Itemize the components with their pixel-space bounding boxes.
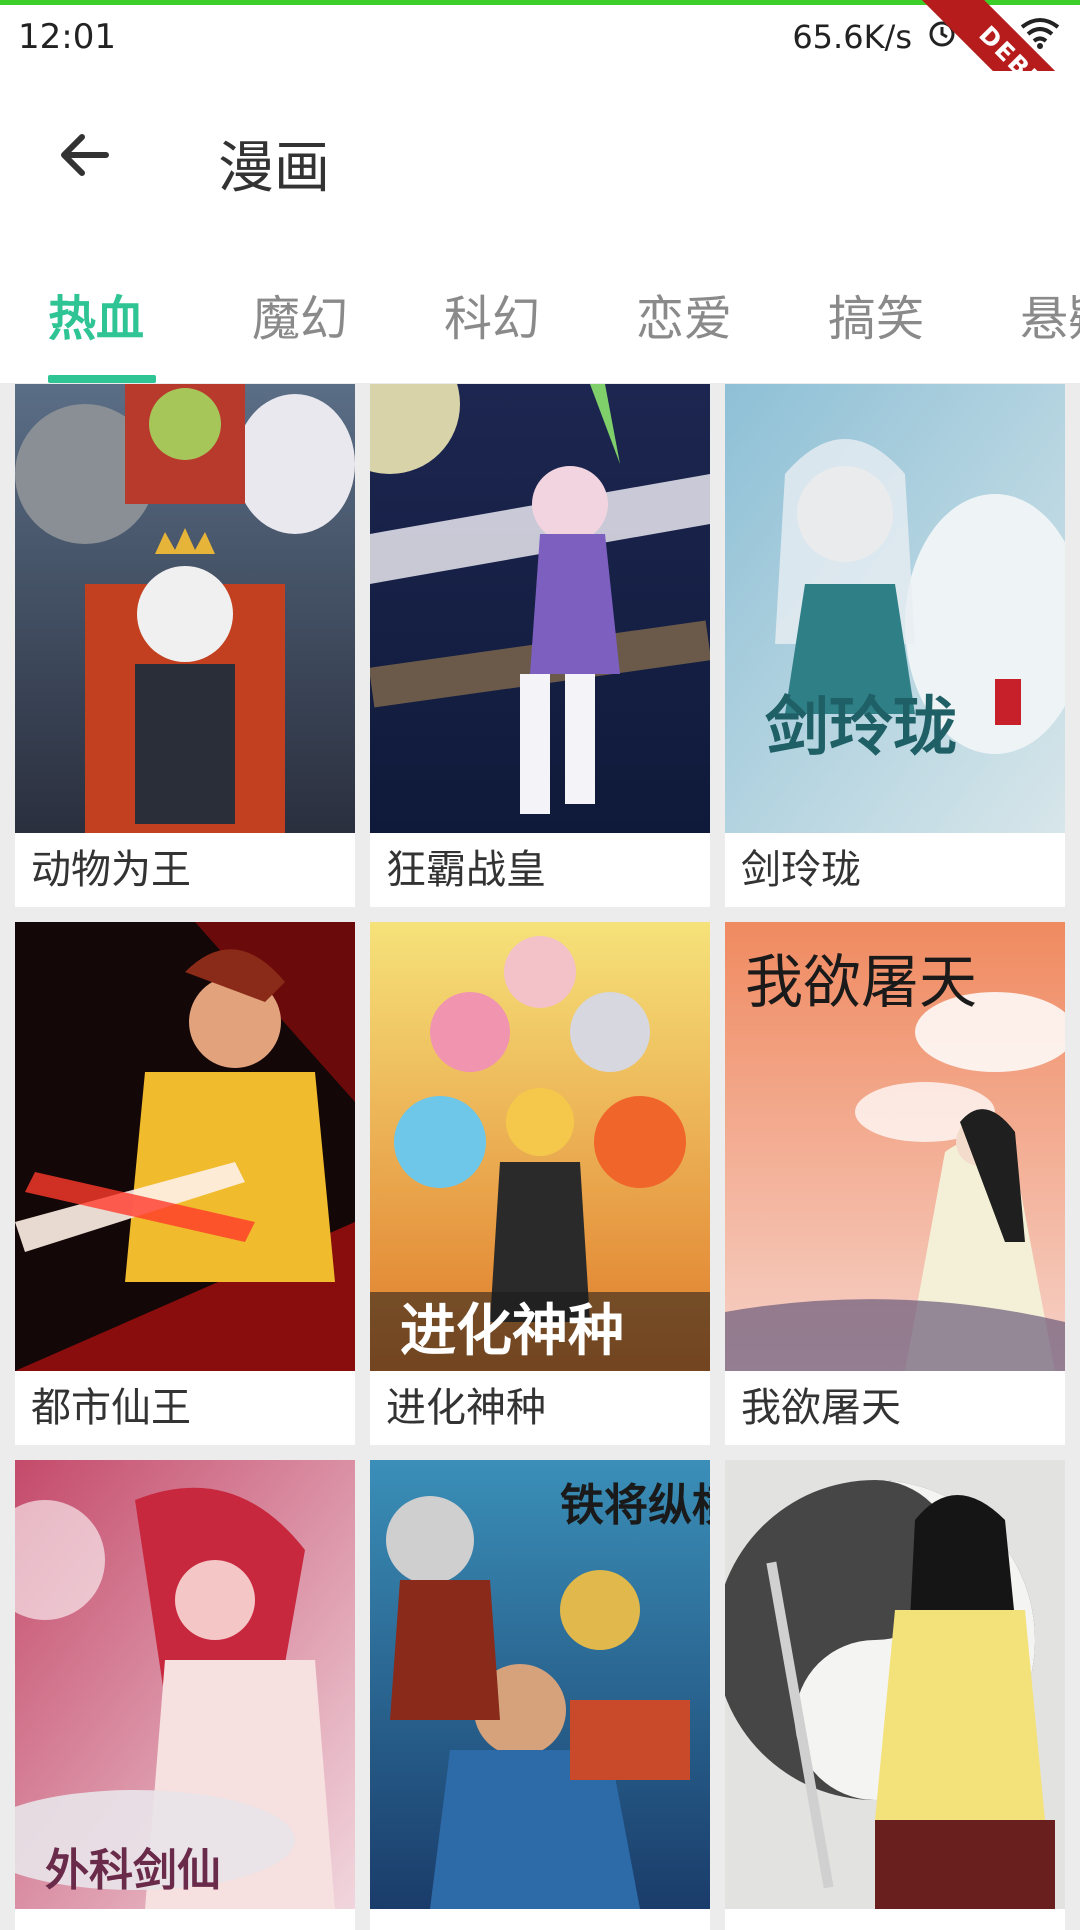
comic-card[interactable]: 外科剑仙 [15,1460,355,1930]
comic-cover: 进化神种 [370,922,710,1371]
comic-title: 动物为王 [31,847,191,893]
cover-logo-text: 进化神种 [400,1298,624,1364]
status-time: 12:01 [18,17,116,57]
arrow-left-icon [61,134,109,176]
tab-kehuan[interactable]: 科幻 [444,279,540,349]
page-title: 漫画 [218,136,330,201]
comic-cover: 铁将纵横 [370,1460,710,1909]
comic-card[interactable]: 我欲屠天 我欲屠天 [725,922,1065,1445]
app-bar: 漫画 [0,71,1080,241]
back-button[interactable] [48,117,124,193]
comic-card[interactable] [725,1460,1065,1930]
comic-title: 我欲屠天 [741,1385,901,1431]
comic-cover [15,922,355,1371]
cover-logo-text: 铁将纵横 [560,1480,710,1531]
cover-logo-text: 剑玲珑 [765,690,957,765]
tab-rexue[interactable]: 热血 [48,279,144,349]
tab-lianai[interactable]: 恋爱 [636,279,732,349]
comic-cover [370,384,710,833]
comic-title: 剑玲珑 [741,847,861,893]
comic-grid: 动物为王 狂霸战皇 剑玲珑 剑玲珑 都市仙王 进化神种 进化神种 我欲屠天 我欲… [15,384,1065,1930]
comic-title: 都市仙王 [31,1385,191,1431]
comic-card[interactable]: 铁将纵横 [370,1460,710,1930]
tab-mohuan[interactable]: 魔幻 [252,279,348,349]
network-speed: 65.6K/s [792,18,912,56]
comic-title: 进化神种 [386,1385,546,1431]
comic-card[interactable]: 剑玲珑 剑玲珑 [725,384,1065,907]
category-tabs: 热血 魔幻 科幻 恋爱 搞笑 悬疑 [0,241,1080,383]
status-bar: 12:01 65.6K/s DEBUG [0,0,1080,175]
comic-cover: 外科剑仙 [15,1460,355,1909]
comic-card[interactable]: 狂霸战皇 [370,384,710,907]
cover-logo-text: 外科剑仙 [45,1845,221,1896]
comic-cover: 我欲屠天 [725,922,1065,1371]
cover-logo-text: 我欲屠天 [745,948,977,1016]
comic-title: 狂霸战皇 [386,847,546,893]
comic-cover: 剑玲珑 [725,384,1065,833]
comic-card[interactable]: 都市仙王 [15,922,355,1445]
comic-card[interactable]: 动物为王 [15,384,355,907]
comic-cover [725,1460,1065,1909]
comic-cover [15,384,355,833]
active-tab-indicator [48,375,156,383]
tab-xuanyi[interactable]: 悬疑 [1020,279,1080,349]
tab-gaoxiao[interactable]: 搞笑 [828,279,924,349]
comic-card[interactable]: 进化神种 进化神种 [370,922,710,1445]
